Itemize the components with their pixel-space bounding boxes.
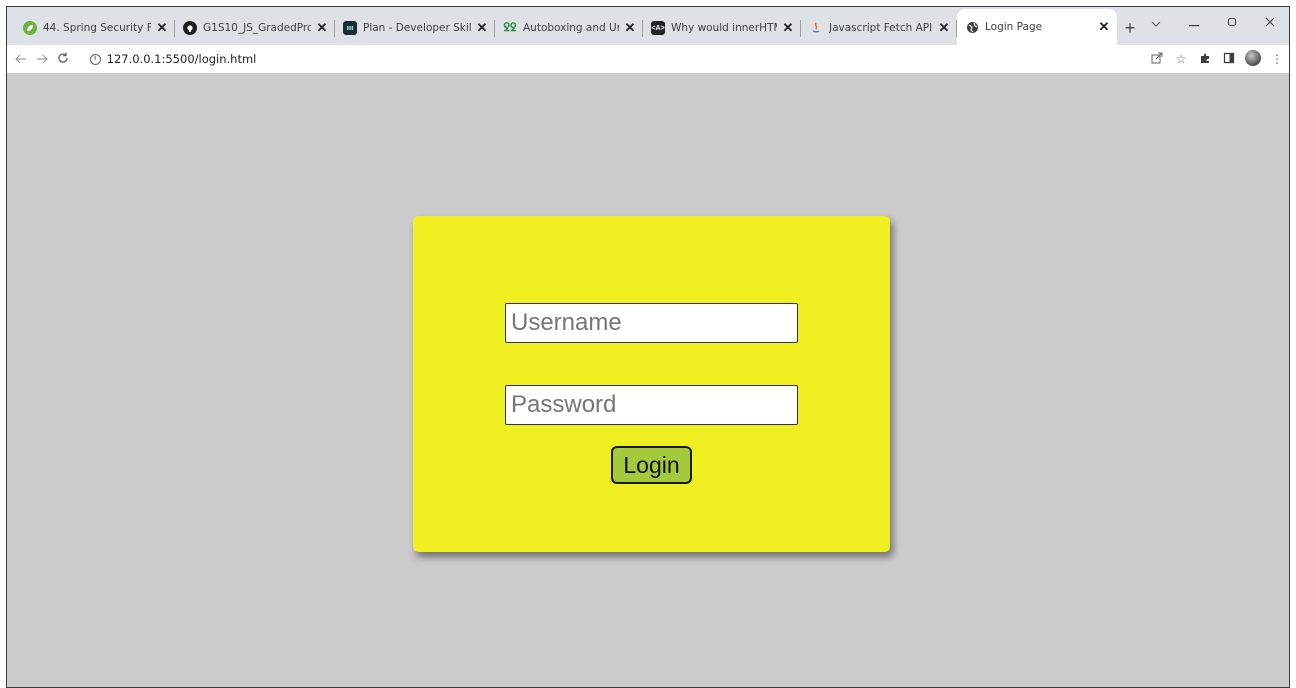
- tab-title: Javascript Fetch API -: [829, 22, 933, 34]
- tab-innerhtml[interactable]: <A> Why would innerHTM ✕: [643, 11, 801, 45]
- close-icon[interactable]: ✕: [315, 20, 329, 36]
- window-controls: [1137, 7, 1289, 37]
- tab-title: Autoboxing and Unbo: [523, 22, 619, 34]
- tab-search-chevron-icon[interactable]: [1137, 14, 1175, 30]
- bookmark-star-icon[interactable]: ☆: [1169, 52, 1193, 66]
- back-button[interactable]: [11, 52, 32, 67]
- extensions-icon[interactable]: [1193, 52, 1217, 67]
- browser-toolbar: i 127.0.0.1:5500/login.html ☆ ⋮: [7, 45, 1289, 73]
- address-bar[interactable]: i 127.0.0.1:5500/login.html: [83, 48, 1138, 70]
- tab-javascript-fetch[interactable]: Javascript Fetch API - ✕: [801, 11, 957, 45]
- menu-kebab-icon[interactable]: ⋮: [1265, 52, 1289, 66]
- tab-title: G1S10_JS_GradedProj: [203, 22, 311, 34]
- tab-github-project[interactable]: G1S10_JS_GradedProj ✕: [175, 11, 335, 45]
- geeks-icon: ꝿꝿ: [503, 21, 517, 34]
- github-icon: [183, 21, 197, 35]
- tab-title: Why would innerHTM: [671, 22, 777, 34]
- restore-button[interactable]: [1213, 14, 1251, 30]
- java-icon: [809, 21, 823, 35]
- close-icon[interactable]: ✕: [781, 20, 795, 36]
- close-icon[interactable]: ✕: [623, 20, 637, 36]
- info-icon[interactable]: i: [89, 53, 101, 65]
- plan-icon: [343, 21, 357, 35]
- tab-strip: 44. Spring Security FA ✕ G1S10_JS_Graded…: [7, 7, 1289, 45]
- url-text: 127.0.0.1:5500/login.html: [106, 52, 257, 66]
- globe-icon: [965, 20, 979, 34]
- forward-button[interactable]: [32, 52, 53, 67]
- stack-icon: <A>: [651, 21, 665, 35]
- username-input[interactable]: [505, 303, 798, 343]
- tab-spring-security[interactable]: 44. Spring Security FA ✕: [15, 11, 175, 45]
- tab-title: Login Page: [985, 21, 1043, 33]
- reload-button[interactable]: [53, 52, 74, 67]
- tab-autoboxing[interactable]: ꝿꝿ Autoboxing and Unbo ✕: [495, 11, 643, 45]
- tab-login-page[interactable]: Login Page ✕: [957, 9, 1117, 45]
- password-input[interactable]: [505, 385, 798, 425]
- close-window-button[interactable]: [1251, 14, 1289, 30]
- profile-avatar[interactable]: [1241, 49, 1265, 69]
- tab-title: 44. Spring Security FA: [43, 22, 151, 34]
- login-card: Login: [413, 216, 890, 552]
- tab-plan-developer[interactable]: Plan - Developer Skill ✕: [335, 11, 495, 45]
- minimize-button[interactable]: [1175, 14, 1213, 30]
- toolbar-actions: ☆ ⋮: [1145, 49, 1289, 69]
- page-viewport: Login: [7, 73, 1289, 687]
- tab-title: Plan - Developer Skill: [363, 22, 471, 34]
- share-icon[interactable]: [1145, 52, 1169, 67]
- close-icon[interactable]: ✕: [155, 20, 169, 36]
- browser-window: 44. Spring Security FA ✕ G1S10_JS_Graded…: [6, 6, 1290, 688]
- close-icon[interactable]: ✕: [475, 20, 489, 36]
- login-button[interactable]: Login: [611, 446, 692, 484]
- side-panel-icon[interactable]: [1217, 52, 1241, 67]
- close-icon[interactable]: ✕: [1097, 19, 1111, 35]
- spring-leaf-icon: [23, 21, 37, 35]
- plus-icon: +: [1124, 17, 1136, 38]
- close-icon[interactable]: ✕: [937, 20, 951, 36]
